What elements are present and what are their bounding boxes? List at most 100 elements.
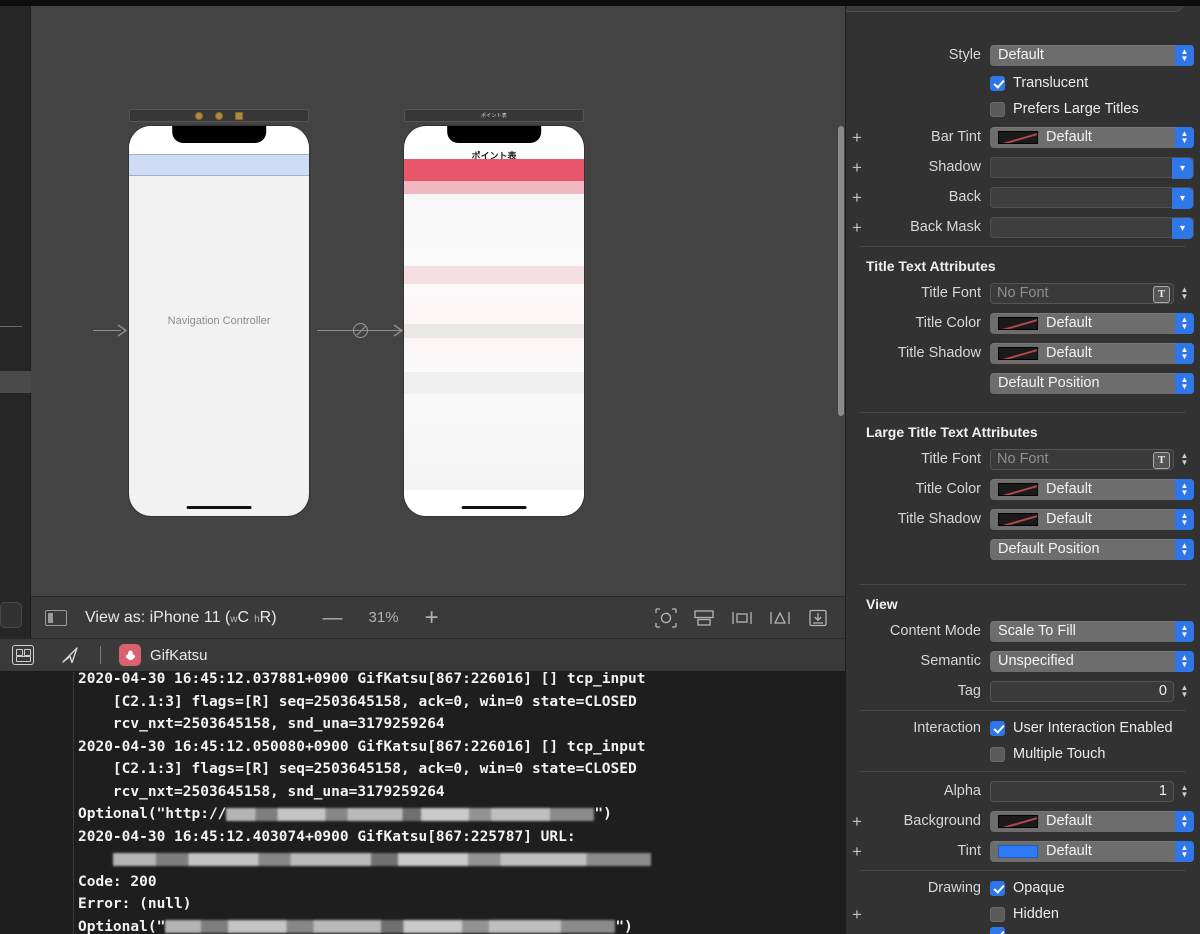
clears-graphics-context-checkbox[interactable] xyxy=(990,927,1005,934)
update-frames-icon[interactable] xyxy=(655,607,677,628)
first-responder-icon[interactable] xyxy=(215,111,223,120)
prefers-large-titles-checkbox[interactable] xyxy=(990,101,1005,117)
bar-tint-add-button[interactable]: + xyxy=(846,129,868,146)
chevron-updown-icon[interactable]: ▲ ▼ xyxy=(1175,478,1194,500)
embed-in-icon[interactable] xyxy=(693,608,715,628)
attributes-inspector[interactable]: Style Default ▲ ▼ Translucent Prefers Lar… xyxy=(845,6,1200,934)
shadow-add-button[interactable]: + xyxy=(846,159,868,176)
content-mode-select[interactable]: Scale To Fill ▲ ▼ xyxy=(990,620,1194,642)
semantic-select[interactable]: Unspecified ▲ ▼ xyxy=(990,650,1194,672)
large-title-color-select[interactable]: Default ▲ ▼ xyxy=(990,478,1194,500)
opaque-checkbox[interactable] xyxy=(990,880,1005,896)
translucent-checkbox[interactable] xyxy=(990,75,1005,91)
tag-stepper[interactable]: ▲ ▼ xyxy=(1177,681,1192,702)
console-output[interactable]: 2020-04-30 16:45:12.037881+0900 GifKatsu… xyxy=(0,672,845,934)
simulate-location-icon[interactable] xyxy=(60,645,80,665)
zoom-out-button[interactable]: — xyxy=(323,608,343,628)
relationship-segue-icon[interactable] xyxy=(353,323,368,338)
shadow-field[interactable]: ▾ xyxy=(990,156,1194,179)
title-shadow-select[interactable]: Default ▲ ▼ xyxy=(990,342,1194,364)
navigation-bar-preview[interactable] xyxy=(129,154,309,176)
chevron-updown-icon[interactable]: ▲ ▼ xyxy=(1175,312,1194,334)
chevron-updown-icon[interactable]: ▲ ▼ xyxy=(1175,44,1194,66)
zoom-level-label[interactable]: 31% xyxy=(369,609,399,626)
hidden-checkbox[interactable] xyxy=(990,906,1005,922)
user-interaction-enabled-checkbox[interactable] xyxy=(990,720,1005,736)
large-title-font-field[interactable]: No Font T xyxy=(990,448,1174,470)
device-frame-2[interactable]: ポイント表 xyxy=(404,126,584,516)
large-title-shadow-select[interactable]: Default ▲ ▼ xyxy=(990,508,1194,530)
scrollbar-thumb[interactable] xyxy=(838,126,844,416)
chevron-updown-icon[interactable]: ▲ ▼ xyxy=(1175,126,1194,148)
back-mask-field[interactable]: ▾ xyxy=(990,216,1194,239)
chevron-down-icon[interactable]: ▾ xyxy=(1172,187,1193,209)
chevron-updown-icon[interactable]: ▲ ▼ xyxy=(1175,342,1194,364)
large-title-font-value: No Font xyxy=(997,451,1049,467)
title-font-stepper[interactable]: ▲ ▼ xyxy=(1177,283,1192,304)
title-font-field[interactable]: No Font T xyxy=(990,282,1174,304)
tint-add-button[interactable]: + xyxy=(846,843,868,860)
title-color-select[interactable]: Default ▲ ▼ xyxy=(990,312,1194,334)
view-controller-icon[interactable] xyxy=(195,111,203,120)
style-select[interactable]: Default ▲ ▼ xyxy=(990,44,1194,66)
font-picker-icon[interactable]: T xyxy=(1153,285,1170,303)
notch-icon xyxy=(172,126,266,143)
view-as-label[interactable]: View as: iPhone 11 (wC hR) xyxy=(85,609,277,627)
alpha-input[interactable]: 1 xyxy=(990,780,1174,802)
back-add-button[interactable]: + xyxy=(846,189,868,206)
chevron-down-icon[interactable]: ▾ xyxy=(1172,157,1193,179)
back-field[interactable]: ▾ xyxy=(990,186,1194,209)
title-font-label: Title Font xyxy=(921,285,981,301)
background-add-button[interactable]: + xyxy=(846,813,868,830)
background-select[interactable]: Default ▲ ▼ xyxy=(990,810,1194,832)
hidden-add-button[interactable]: + xyxy=(846,906,868,923)
chevron-updown-icon[interactable]: ▲ ▼ xyxy=(1175,650,1194,672)
redacted-text xyxy=(165,920,616,933)
left-navigator-rail[interactable] xyxy=(0,6,31,638)
alpha-stepper[interactable]: ▲ ▼ xyxy=(1177,781,1192,802)
large-title-font-stepper[interactable]: ▲ ▼ xyxy=(1177,449,1192,470)
title-color-value: Default xyxy=(1046,315,1092,331)
back-mask-add-button[interactable]: + xyxy=(846,219,868,236)
chevron-updown-icon[interactable]: ▲ ▼ xyxy=(1175,508,1194,530)
entry-segue-arrowhead xyxy=(117,324,128,337)
section-divider xyxy=(860,246,1186,247)
align-icon[interactable] xyxy=(731,608,753,628)
row-multiple-touch: Multiple Touch xyxy=(846,741,1200,767)
chevron-updown-icon[interactable]: ▲ ▼ xyxy=(1175,620,1194,642)
font-picker-icon[interactable]: T xyxy=(1153,451,1170,469)
device-frame-1[interactable]: Navigation Controller xyxy=(129,126,309,516)
console-line: 2020-04-30 16:45:12.050080+0900 GifKatsu… xyxy=(78,738,646,755)
chevron-updown-icon[interactable]: ▲ ▼ xyxy=(1175,810,1194,832)
scene2-subheader-bar xyxy=(404,181,584,194)
section-divider-5 xyxy=(860,771,1186,772)
section-divider-3 xyxy=(860,584,1186,585)
tint-select[interactable]: Default ▲ ▼ xyxy=(990,840,1194,862)
resolve-issues-icon[interactable] xyxy=(807,608,829,628)
chevron-updown-icon[interactable]: ▲ ▼ xyxy=(1175,372,1194,394)
scene-dock-2[interactable]: ポイント表 xyxy=(404,109,584,122)
interaction-label: Interaction xyxy=(913,720,981,736)
layout-panel-icon[interactable] xyxy=(45,609,67,626)
large-title-shadow-position-select[interactable]: Default Position ▲ ▼ xyxy=(990,538,1194,560)
chevron-updown-icon[interactable]: ▲ ▼ xyxy=(1175,538,1194,560)
canvas-vertical-scrollbar[interactable] xyxy=(837,6,845,596)
rail-selected-item[interactable] xyxy=(0,371,31,393)
rail-button[interactable] xyxy=(0,602,22,628)
title-shadow-position-select[interactable]: Default Position ▲ ▼ xyxy=(990,372,1194,394)
tag-input[interactable]: 0 xyxy=(990,680,1174,702)
chevron-updown-icon[interactable]: ▲ ▼ xyxy=(1175,840,1194,862)
exit-icon[interactable] xyxy=(235,111,243,120)
bar-tint-select[interactable]: Default ▲ ▼ xyxy=(990,126,1194,148)
debug-area-icon[interactable] xyxy=(12,645,34,665)
row-large-title-font: Title Font No Font T ▲ ▼ xyxy=(846,444,1200,474)
add-constraints-icon[interactable] xyxy=(769,608,791,628)
zoom-in-button[interactable]: + xyxy=(425,605,439,630)
scene-dock[interactable] xyxy=(129,109,309,122)
chevron-down-icon[interactable]: ▾ xyxy=(1172,217,1193,239)
multiple-touch-checkbox[interactable] xyxy=(990,746,1005,762)
large-title-font-label: Title Font xyxy=(921,451,981,467)
console-line: rcv_nxt=2503645158, snd_una=3179259264 xyxy=(78,783,445,800)
large-title-color-value: Default xyxy=(1046,481,1092,497)
storyboard-canvas[interactable]: Navigation Controller ポイント表 ポイント表 xyxy=(31,6,845,596)
